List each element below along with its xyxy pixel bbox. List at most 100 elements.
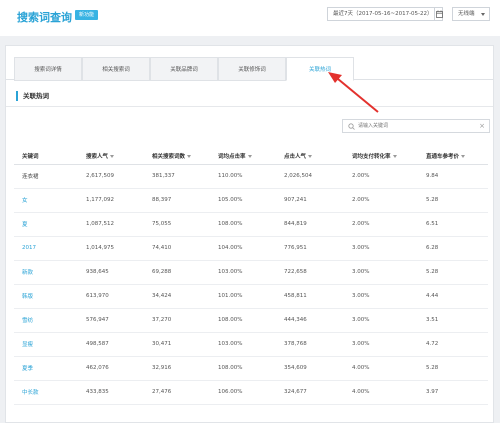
table-cell: 103.00% bbox=[210, 332, 276, 357]
table-cell: 103.00% bbox=[210, 260, 276, 285]
new-feature-badge: 新功能 bbox=[75, 10, 99, 20]
table-cell: 2.00% bbox=[344, 188, 418, 213]
keyword-link[interactable]: 中长款 bbox=[14, 380, 78, 405]
table-cell: 5.28 bbox=[418, 356, 488, 381]
keyword-link[interactable]: 雪纺 bbox=[14, 308, 78, 333]
table-cell: 88,397 bbox=[144, 188, 210, 213]
table-row: 韩版 613,970 34,424 101.00% 458,811 3.00% 4.44 bbox=[14, 284, 488, 309]
col-avg-pay-conversion[interactable]: 词均支付转化率 bbox=[344, 148, 418, 165]
table-cell: 104.00% bbox=[210, 236, 276, 261]
col-avg-ctr[interactable]: 词均点击率 bbox=[210, 148, 276, 165]
table-row: 夏 1,087,512 75,055 108.00% 844,819 2.00% 6.51 bbox=[14, 212, 488, 237]
keyword-link[interactable]: 夏季 bbox=[14, 356, 78, 381]
table-cell: 37,270 bbox=[144, 308, 210, 333]
table-cell: 3.00% bbox=[344, 260, 418, 285]
table-cell: 354,609 bbox=[276, 356, 344, 381]
table-cell: 3.97 bbox=[418, 380, 488, 405]
col-search-popularity[interactable]: 搜索人气 bbox=[78, 148, 144, 165]
date-range-selector[interactable]: 最近7天（2017-05-16~2017-05-22） bbox=[327, 7, 443, 21]
table-cell: 4.00% bbox=[344, 356, 418, 381]
table-cell: 4.72 bbox=[418, 332, 488, 357]
keyword-link[interactable]: 女 bbox=[14, 188, 78, 213]
table-cell: 2,026,504 bbox=[276, 164, 344, 189]
keyword-link[interactable]: 连衣裙 bbox=[14, 164, 78, 189]
table-cell: 108.00% bbox=[210, 212, 276, 237]
sort-icon[interactable] bbox=[392, 154, 397, 158]
table-cell: 844,819 bbox=[276, 212, 344, 237]
table-cell: 1,177,092 bbox=[78, 188, 144, 213]
table-cell: 32,916 bbox=[144, 356, 210, 381]
keyword-link[interactable]: 韩版 bbox=[14, 284, 78, 309]
tab-related-search-terms[interactable]: 相关搜索词 bbox=[82, 57, 150, 81]
table-cell: 110.00% bbox=[210, 164, 276, 189]
table-cell: 106.00% bbox=[210, 380, 276, 405]
search-input[interactable] bbox=[358, 121, 478, 131]
table-cell: 74,410 bbox=[144, 236, 210, 261]
table-cell: 9.84 bbox=[418, 164, 488, 189]
sort-icon[interactable] bbox=[110, 154, 115, 158]
col-related-term-count[interactable]: 相关搜索词数 bbox=[144, 148, 210, 165]
col-click-popularity[interactable]: 点击人气 bbox=[276, 148, 344, 165]
table-row: 雪纺 576,947 37,270 108.00% 444,346 3.00% 3.51 bbox=[14, 308, 488, 333]
table-cell: 101.00% bbox=[210, 284, 276, 309]
section-title: 关联热词 bbox=[16, 91, 49, 101]
keyword-link[interactable]: 2017 bbox=[14, 236, 78, 261]
table-body: 连衣裙 2,617,509 381,337 110.00% 2,026,504 2.00%… bbox=[14, 164, 488, 405]
table-row: 显瘦 498,587 30,471 103.00% 378,768 3.00% 4.72 bbox=[14, 332, 488, 357]
page-title: 搜索词查询 bbox=[17, 11, 72, 24]
divider bbox=[6, 106, 493, 107]
table-cell: 34,424 bbox=[144, 284, 210, 309]
keyword-search[interactable]: × bbox=[342, 119, 490, 133]
tab-related-hot-terms[interactable]: 关联热词 bbox=[286, 57, 354, 81]
table-cell: 105.00% bbox=[210, 188, 276, 213]
table-cell: 444,346 bbox=[276, 308, 344, 333]
table-cell: 378,768 bbox=[276, 332, 344, 357]
table-cell: 938,645 bbox=[78, 260, 144, 285]
chevron-down-icon bbox=[481, 13, 485, 16]
table-cell: 2.00% bbox=[344, 212, 418, 237]
keyword-link[interactable]: 新款 bbox=[14, 260, 78, 285]
keyword-link[interactable]: 夏 bbox=[14, 212, 78, 237]
device-label: 无线端 bbox=[458, 11, 475, 17]
clear-icon[interactable]: × bbox=[479, 121, 485, 131]
table-cell: 776,951 bbox=[276, 236, 344, 261]
table-row: 新款 938,645 69,288 103.00% 722,658 3.00% 5.28 bbox=[14, 260, 488, 285]
tab-search-term-details[interactable]: 搜索词详情 bbox=[14, 57, 82, 81]
table-cell: 462,076 bbox=[78, 356, 144, 381]
table-cell: 4.00% bbox=[344, 380, 418, 405]
table-cell: 3.00% bbox=[344, 236, 418, 261]
table-cell: 907,241 bbox=[276, 188, 344, 213]
search-icon bbox=[348, 123, 355, 130]
hot-terms-table: 关键词 搜索人气 相关搜索词数 词均点击率 点击人气 词均支付转化率 直通车参考… bbox=[14, 148, 488, 405]
table-cell: 3.00% bbox=[344, 308, 418, 333]
table-cell: 5.28 bbox=[418, 260, 488, 285]
table-cell: 458,811 bbox=[276, 284, 344, 309]
sort-icon[interactable] bbox=[247, 154, 252, 158]
device-selector[interactable]: 无线端 bbox=[452, 7, 490, 21]
table-cell: 3.00% bbox=[344, 284, 418, 309]
table-cell: 433,835 bbox=[78, 380, 144, 405]
keyword-link[interactable]: 显瘦 bbox=[14, 332, 78, 357]
table-cell: 498,587 bbox=[78, 332, 144, 357]
table-cell: 2.00% bbox=[344, 164, 418, 189]
table-cell: 27,476 bbox=[144, 380, 210, 405]
sort-icon[interactable] bbox=[461, 154, 466, 158]
table-cell: 613,970 bbox=[78, 284, 144, 309]
table-row: 2017 1,014,975 74,410 104.00% 776,951 3.00% 6.… bbox=[14, 236, 488, 261]
table-cell: 3.00% bbox=[344, 332, 418, 357]
main-panel: 搜索词详情 相关搜索词 关联品牌词 关联修饰词 关联热词 关联热词 × 关键词 … bbox=[5, 45, 494, 423]
table-cell: 5.28 bbox=[418, 188, 488, 213]
table-cell: 6.51 bbox=[418, 212, 488, 237]
sort-icon[interactable] bbox=[187, 154, 192, 158]
col-ztc-ref-price[interactable]: 直通车参考价 bbox=[418, 148, 488, 165]
table-row: 中长款 433,835 27,476 106.00% 324,677 4.00% 3.97 bbox=[14, 380, 488, 405]
tab-related-brand-terms[interactable]: 关联品牌词 bbox=[150, 57, 218, 81]
tab-related-modifier-terms[interactable]: 关联修饰词 bbox=[218, 57, 286, 81]
table-cell: 75,055 bbox=[144, 212, 210, 237]
calendar-icon[interactable] bbox=[434, 8, 443, 20]
table-cell: 4.44 bbox=[418, 284, 488, 309]
table-header-row: 关键词 搜索人气 相关搜索词数 词均点击率 点击人气 词均支付转化率 直通车参考… bbox=[14, 148, 488, 165]
table-cell: 3.51 bbox=[418, 308, 488, 333]
col-keyword: 关键词 bbox=[14, 148, 78, 165]
sort-icon[interactable] bbox=[308, 154, 313, 158]
